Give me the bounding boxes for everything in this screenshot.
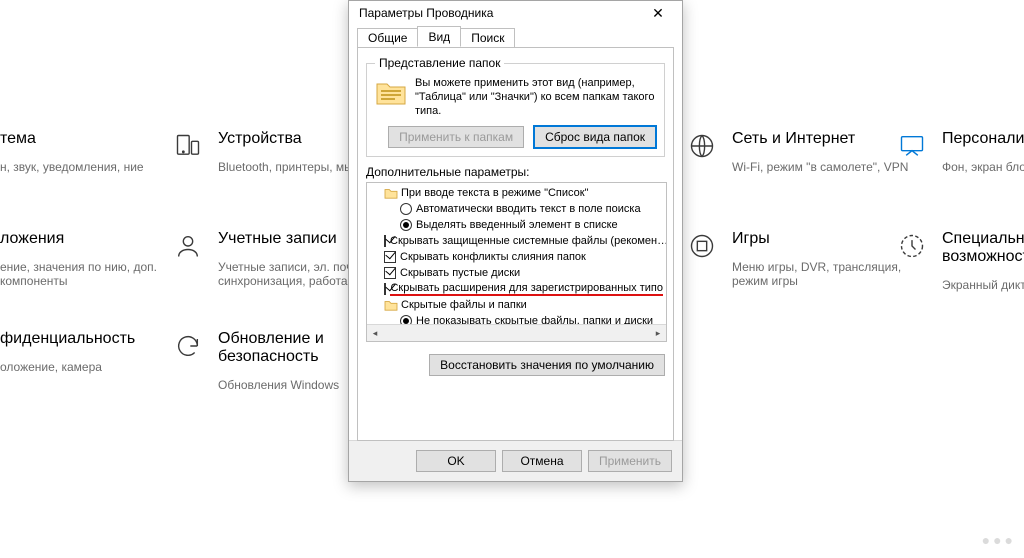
ok-button[interactable]: OK: [416, 450, 496, 472]
tile-title: фиденциальность: [0, 330, 200, 348]
tree-label: Скрытые файлы и папки: [401, 299, 527, 311]
globe-icon: [688, 132, 716, 160]
tree-group-hidden: Скрытые файлы и папки: [370, 297, 663, 313]
tile-system[interactable]: тема н, звук, уведомления, ние: [0, 130, 200, 186]
folder-mini-icon: [384, 187, 398, 199]
dialog-footer: OK Отмена Применить: [349, 440, 682, 481]
tree-label: Скрывать конфликты слияния папок: [400, 251, 586, 263]
folder-icon: [375, 76, 407, 108]
checkbox-input[interactable]: [384, 267, 396, 279]
dialog-title: Параметры Проводника: [359, 6, 638, 20]
tile-title: Специальные возможности: [942, 230, 1024, 266]
tree-label: При вводе текста в режиме "Список": [401, 187, 588, 199]
tree-label: Скрывать защищенные системные файлы (рек…: [390, 235, 667, 247]
tree-group-typing: При вводе текста в режиме "Список": [370, 185, 663, 201]
paint-icon: [898, 132, 926, 160]
gaming-icon: [688, 232, 716, 260]
folder-views-text: Вы можете применить этот вид (например, …: [415, 76, 656, 118]
ease-icon: [898, 232, 926, 260]
checkbox-input[interactable]: [384, 283, 386, 295]
tile-title: ложения: [0, 230, 200, 248]
scroll-left-arrow-icon[interactable]: ◂: [367, 325, 383, 341]
tree-check-hide-protected[interactable]: Скрывать защищенные системные файлы (рек…: [370, 233, 663, 249]
tree-label: Скрывать расширения для зарегистрированн…: [390, 282, 663, 296]
checkbox-input[interactable]: [384, 235, 386, 247]
advanced-settings-label: Дополнительные параметры:: [366, 165, 665, 179]
restore-defaults-button[interactable]: Восстановить значения по умолчанию: [429, 354, 665, 376]
cancel-button[interactable]: Отмена: [502, 450, 582, 472]
tree-label: Автоматически вводить текст в поле поиск…: [416, 203, 641, 215]
checkbox-input[interactable]: [384, 251, 396, 263]
devices-icon: [174, 132, 202, 160]
tile-personalization[interactable]: Персонализа Фон, экран блоки: [942, 130, 1024, 186]
tile-title: тема: [0, 130, 200, 148]
close-button[interactable]: ✕: [638, 1, 678, 25]
tab-search[interactable]: Поиск: [460, 28, 515, 47]
folder-views-legend: Представление папок: [375, 56, 504, 70]
tree-check-hide-extensions[interactable]: Скрывать расширения для зарегистрированн…: [370, 281, 663, 297]
tile-privacy[interactable]: фиденциальность оложение, камера: [0, 330, 200, 386]
reset-folders-button[interactable]: Сброс вида папок: [534, 126, 656, 148]
dialog-tabs: Общие Вид Поиск: [357, 25, 674, 47]
apply-to-folders-button[interactable]: Применить к папкам: [388, 126, 524, 148]
tree-label: Скрывать пустые диски: [400, 267, 520, 279]
tile-subtitle: оложение, камера: [0, 360, 200, 374]
folder-options-dialog: Параметры Проводника ✕ Общие Вид Поиск П…: [348, 0, 683, 482]
update-icon: [174, 332, 202, 360]
user-icon: [174, 232, 202, 260]
tab-view[interactable]: Вид: [417, 26, 461, 47]
tile-subtitle: Wi-Fi, режим "в самолете", VPN: [732, 160, 932, 174]
dialog-titlebar[interactable]: Параметры Проводника ✕: [349, 1, 682, 25]
tile-subtitle: Экранный дикто: [942, 278, 1024, 292]
tree-radio-auto-type[interactable]: Автоматически вводить текст в поле поиск…: [370, 201, 663, 217]
tile-ease-of-access[interactable]: Специальные возможности Экранный дикто: [942, 230, 1024, 304]
folder-views-group: Представление папок Вы можете применить …: [366, 56, 665, 157]
tab-general[interactable]: Общие: [357, 28, 418, 47]
tile-subtitle: Меню игры, DVR, трансляция, режим игры: [732, 260, 932, 288]
radio-input[interactable]: [400, 203, 412, 215]
tree-h-scrollbar[interactable]: ◂ ▸: [367, 324, 666, 341]
radio-input[interactable]: [400, 219, 412, 231]
scroll-track[interactable]: [383, 325, 650, 341]
tree-check-hide-empty-drives[interactable]: Скрывать пустые диски: [370, 265, 663, 281]
tile-subtitle: ение, значения по нию, доп. компоненты: [0, 260, 200, 288]
scroll-right-arrow-icon[interactable]: ▸: [650, 325, 666, 341]
tile-title: Персонализа: [942, 130, 1024, 148]
tree-radio-select-typed[interactable]: Выделять введенный элемент в списке: [370, 217, 663, 233]
tile-subtitle: н, звук, уведомления, ние: [0, 160, 200, 174]
watermark-dots: ●●●: [982, 532, 1016, 548]
tile-subtitle: Фон, экран блоки: [942, 160, 1024, 174]
apply-button[interactable]: Применить: [588, 450, 672, 472]
tree-check-hide-merge-conflicts[interactable]: Скрывать конфликты слияния папок: [370, 249, 663, 265]
advanced-settings-tree[interactable]: При вводе текста в режиме "Список" Автом…: [366, 182, 667, 342]
folder-mini-icon: [384, 299, 398, 311]
tab-view-panel: Представление папок Вы можете применить …: [357, 47, 674, 441]
tree-label: Выделять введенный элемент в списке: [416, 219, 618, 231]
tile-apps[interactable]: ложения ение, значения по нию, доп. комп…: [0, 230, 200, 300]
